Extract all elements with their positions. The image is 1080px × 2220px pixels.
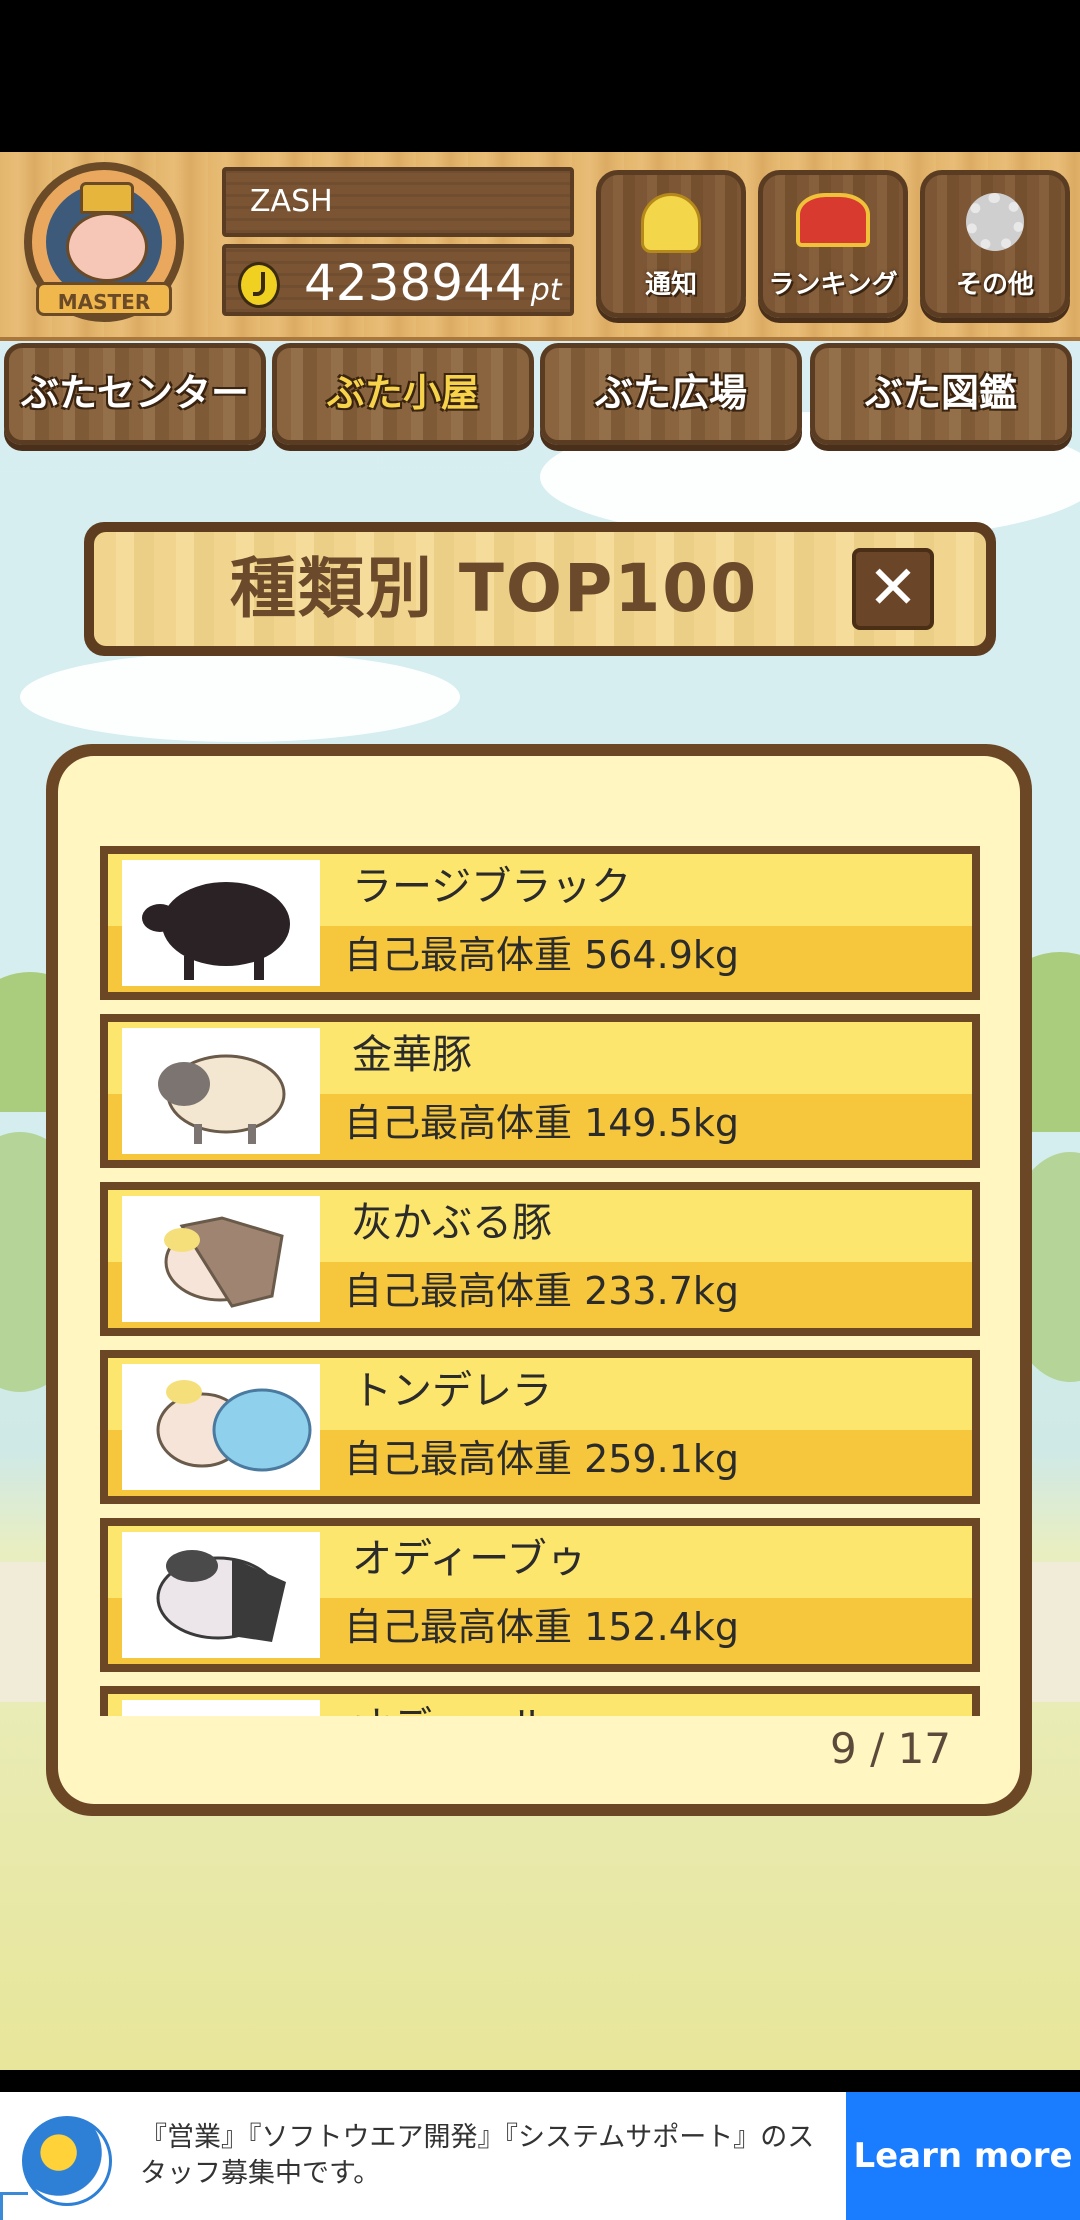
tab-buta-koya[interactable]: ぶた小屋 <box>272 343 534 445</box>
notifications-button[interactable]: 通知 <box>596 170 746 318</box>
list-item[interactable]: ラージブラック 自己最高体重 564.9kg <box>100 846 980 1000</box>
list-item[interactable]: オディーブゥ 自己最高体重 152.4kg <box>100 1518 980 1672</box>
pig-best-weight: 自己最高体重 152.4kg <box>344 1605 739 1649</box>
pig-icon <box>142 882 290 980</box>
coin-icon <box>238 262 280 308</box>
ranking-label: ランキング <box>768 270 898 300</box>
tab-buta-center[interactable]: ぶたセンター <box>4 343 266 445</box>
points-value-wrap: 4238944 pt <box>304 254 562 320</box>
list-item[interactable]: 灰かぶる豚 自己最高体重 233.7kg <box>100 1182 980 1336</box>
points-unit: pt <box>530 273 562 308</box>
crown-icon <box>796 193 870 247</box>
cloud <box>20 652 460 742</box>
notifications-label: 通知 <box>644 270 697 300</box>
ranking-button[interactable]: ランキング <box>758 170 908 318</box>
page-indicator: 9 / 17 <box>830 1724 952 1773</box>
pig-breed-name: 灰かぶる豚 <box>352 1200 552 1246</box>
pig-thumbnail <box>122 1028 320 1154</box>
pig-face-icon <box>66 212 148 282</box>
advertiser-logo-icon <box>22 2116 112 2206</box>
pig-breed-name: トンデレラ <box>352 1368 552 1414</box>
username-label: ZASH <box>222 167 574 237</box>
list-item[interactable]: オディール <box>100 1686 980 1716</box>
ad-banner[interactable]: 『営業』『ソフトウエア開発』『システムサポート』のスタッフ募集中です。 Lear… <box>0 2092 1080 2220</box>
pig-best-weight: 自己最高体重 149.5kg <box>344 1101 739 1145</box>
ad-text: 『営業』『ソフトウエア開発』『システムサポート』のスタッフ募集中です。 <box>140 2122 815 2189</box>
pig-breed-name: オディール <box>352 1700 549 1716</box>
list-item[interactable]: 金華豚 自己最高体重 149.5kg <box>100 1014 980 1168</box>
pig-icon <box>156 1550 286 1642</box>
pig-thumbnail <box>122 1532 320 1658</box>
pig-breed-name: オディーブゥ <box>352 1536 587 1582</box>
pig-thumbnail <box>122 1364 320 1490</box>
page-title: 種類別 TOP100 <box>229 550 759 627</box>
pig-best-weight: 自己最高体重 564.9kg <box>344 933 739 977</box>
list-item[interactable]: トンデレラ 自己最高体重 259.1kg <box>100 1350 980 1504</box>
ranking-list[interactable]: ラージブラック 自己最高体重 564.9kg 金華豚 自己最高体重 149.5k… <box>100 846 980 1716</box>
other-label: その他 <box>955 270 1034 300</box>
pig-thumbnail <box>122 1196 320 1322</box>
pig-icon <box>158 1054 286 1144</box>
pig-thumbnail <box>122 1700 320 1716</box>
close-button[interactable]: ✕ <box>852 548 934 630</box>
ad-learn-more-button[interactable]: Learn more <box>846 2092 1080 2220</box>
gear-icon <box>966 193 1024 251</box>
points-display: 4238944 pt <box>222 244 574 316</box>
pig-breed-name: ラージブラック <box>352 864 632 910</box>
other-button[interactable]: その他 <box>920 170 1070 318</box>
pig-breed-name: 金華豚 <box>352 1032 472 1078</box>
status-bar <box>0 0 1080 152</box>
tab-buta-zukan[interactable]: ぶた図鑑 <box>810 343 1072 445</box>
tab-buta-hiroba[interactable]: ぶた広場 <box>540 343 802 445</box>
pig-icon <box>156 1380 312 1472</box>
bell-icon <box>641 193 701 253</box>
pig-icon <box>164 1216 284 1308</box>
rank-badge: MASTER <box>36 282 172 316</box>
ad-separator <box>0 2070 1080 2092</box>
pig-thumbnail <box>122 860 320 986</box>
player-avatar[interactable]: MASTER <box>24 162 184 322</box>
pig-best-weight: 自己最高体重 259.1kg <box>344 1437 739 1481</box>
crown-icon <box>80 182 134 214</box>
ad-choices-icon[interactable] <box>0 2192 28 2220</box>
points-value: 4238944 <box>304 254 527 312</box>
pig-best-weight: 自己最高体重 233.7kg <box>344 1269 739 1313</box>
